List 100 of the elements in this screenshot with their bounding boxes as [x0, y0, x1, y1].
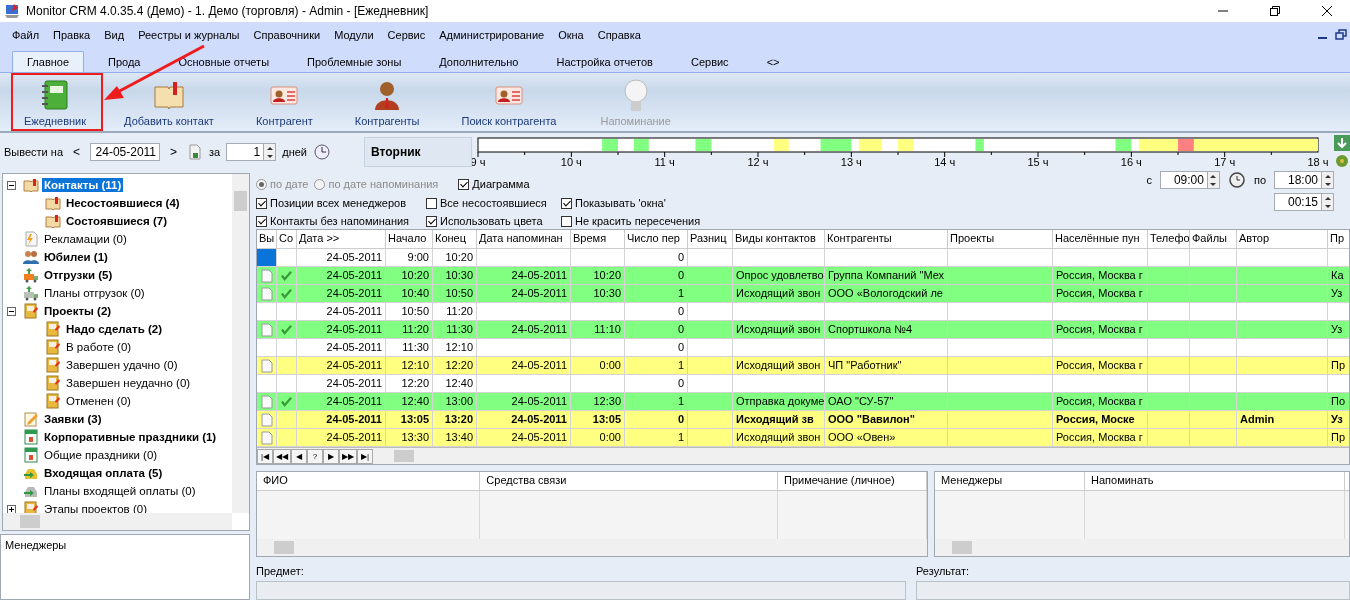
date-field[interactable]: 24-05-2011: [90, 143, 161, 161]
next-day-button[interactable]: >: [166, 145, 182, 159]
days-spinner[interactable]: 1: [226, 143, 277, 161]
column-header[interactable]: Разниц: [688, 230, 733, 248]
step-spinner[interactable]: 00:15: [1274, 193, 1334, 211]
restore-icon[interactable]: [1335, 28, 1347, 41]
tree-item[interactable]: Завершен удачно (0): [64, 358, 180, 372]
column-header[interactable]: Напоминать: [1085, 472, 1345, 490]
tree-item[interactable]: Контакты (11): [42, 178, 124, 192]
scrollbar[interactable]: [935, 539, 1349, 556]
tree-item[interactable]: Отгрузки (5): [42, 268, 115, 282]
column-header[interactable]: ФИО: [257, 472, 481, 490]
tree-item[interactable]: Надо сделать (2): [64, 322, 164, 336]
menu-item[interactable]: Окна: [558, 28, 584, 41]
column-header[interactable]: Число пер: [625, 230, 688, 248]
column-header[interactable]: Дата >>: [297, 230, 386, 248]
expander-icon[interactable]: [7, 180, 16, 190]
lock-file-icon[interactable]: [187, 144, 204, 160]
table-row[interactable]: 24-05-2011 13:05 13:20 24-05-2011 13:05 0 Исходящий зв ООО "Вавилон" Россия, Моске Admin Уз: [257, 411, 1349, 429]
clock-icon[interactable]: [1227, 171, 1246, 189]
tree-item[interactable]: Проекты (2): [42, 304, 114, 318]
table-row[interactable]: 24-05-2011 11:30 12:10 0: [257, 339, 1349, 357]
ribbon-tab[interactable]: Настройка отчетов: [542, 52, 667, 72]
column-header[interactable]: Населённые пун: [1053, 230, 1148, 248]
checkbox-option[interactable]: Контакты без напоминания: [256, 213, 426, 229]
navigator-button[interactable]: ▶: [323, 448, 339, 464]
column-header[interactable]: Со: [277, 230, 297, 248]
checkbox-option[interactable]: Не красить пересечения: [561, 213, 721, 229]
tree-item[interactable]: Отменен (0): [64, 394, 133, 408]
ribbon-button[interactable]: Ежедневник: [10, 77, 101, 131]
row-indicator[interactable]: [257, 285, 277, 303]
table-row[interactable]: 24-05-2011 12:20 12:40 0: [257, 375, 1349, 393]
tree-item[interactable]: Несостоявшиеся (4): [64, 196, 182, 210]
checkbox-option[interactable]: Показывать 'окна': [561, 195, 721, 211]
checkbox-option[interactable]: Позиции всех менеджеров: [256, 195, 426, 211]
ribbon-button[interactable]: Добавить контакт: [112, 77, 226, 131]
tree-item[interactable]: Общие праздники (0): [42, 448, 160, 462]
column-header[interactable]: Время: [571, 230, 625, 248]
row-indicator[interactable]: [257, 321, 277, 339]
table-row[interactable]: 24-05-2011 10:40 10:50 24-05-2011 10:30 1 Исходящий звон ООО «Вологодский ле Россия, Москва г Уз: [257, 285, 1349, 303]
row-indicator[interactable]: [257, 267, 277, 285]
navigator-button[interactable]: ◀◀: [273, 448, 291, 464]
download-icon[interactable]: [1334, 135, 1350, 151]
navigator-button[interactable]: ?: [307, 448, 323, 464]
column-header[interactable]: Телефо: [1148, 230, 1190, 248]
ribbon-tab[interactable]: Дополнительно: [425, 52, 533, 72]
scrollbar[interactable]: [3, 513, 232, 530]
menu-item[interactable]: Администрирование: [439, 28, 545, 41]
row-indicator[interactable]: [257, 357, 277, 375]
ribbon-button[interactable]: Поиск контрагента: [449, 77, 569, 131]
checkbox-option[interactable]: Использовать цвета: [426, 213, 561, 229]
column-header[interactable]: Проекты: [948, 230, 1053, 248]
expander-icon[interactable]: [7, 306, 16, 316]
table-row[interactable]: 24-05-2011 12:40 13:00 24-05-2011 12:30 1 Отправка докуме ОАО "СУ-57" Россия, Москва г По: [257, 393, 1349, 411]
navigator-button[interactable]: ▶▶: [339, 448, 357, 464]
previous-day-button[interactable]: <: [69, 145, 85, 159]
tree-item[interactable]: Корпоративные праздники (1): [42, 430, 219, 444]
row-indicator[interactable]: [257, 249, 277, 267]
ribbon-button[interactable]: Контрагенты: [342, 77, 432, 131]
row-indicator[interactable]: [257, 393, 277, 411]
menu-item[interactable]: Вид: [104, 28, 125, 41]
tree-item[interactable]: Входящая оплата (5): [42, 466, 165, 480]
menu-item[interactable]: Справка: [597, 28, 641, 41]
gear-icon[interactable]: [1334, 153, 1350, 169]
checkbox-option[interactable]: Диаграмма: [458, 176, 530, 192]
checkbox-option[interactable]: Все несостоявшиеся: [426, 195, 561, 211]
tree-item[interactable]: Состоявшиеся (7): [64, 214, 169, 228]
column-header[interactable]: Вы: [257, 230, 277, 248]
table-row[interactable]: 24-05-2011 11:20 11:30 24-05-2011 11:10 0 Исходящий звон Спортшкола №4 Россия, Москва г Уз: [257, 321, 1349, 339]
subject-field[interactable]: [256, 581, 906, 600]
table-row[interactable]: 24-05-2011 12:10 12:20 24-05-2011 0:00 1 Исходящий звон ЧП "Работник" Россия, Москва г Пр: [257, 357, 1349, 375]
result-field[interactable]: [916, 581, 1350, 600]
menu-item[interactable]: Сервис: [387, 28, 426, 41]
navigator-button[interactable]: ▶|: [357, 448, 373, 464]
tree-item[interactable]: Заявки (3): [42, 412, 104, 426]
scrollbar[interactable]: [232, 174, 249, 513]
menu-item[interactable]: Правка: [53, 28, 91, 41]
menu-item[interactable]: Модули: [334, 28, 374, 41]
restore-icon[interactable]: [1269, 5, 1281, 17]
table-row[interactable]: 24-05-2011 10:20 10:30 24-05-2011 10:20 0 Опрос удовлетво Группа Компаний "Мех Россия, Москва г Ка: [257, 267, 1349, 285]
row-indicator[interactable]: [257, 411, 277, 429]
ribbon-tab[interactable]: Прода: [94, 52, 155, 72]
column-header[interactable]: Пр: [1328, 230, 1349, 248]
end-time-spinner[interactable]: 18:00: [1274, 171, 1334, 189]
start-time-spinner[interactable]: 09:00: [1159, 171, 1220, 189]
column-header[interactable]: Виды контактов: [733, 230, 825, 248]
row-indicator[interactable]: [257, 429, 277, 447]
ribbon-tab[interactable]: Главное: [12, 51, 85, 72]
table-row[interactable]: 24-05-2011 10:50 11:20 0: [257, 303, 1349, 321]
ribbon-button[interactable]: Контрагент: [243, 77, 325, 131]
scrollbar[interactable]: [257, 539, 927, 556]
column-header[interactable]: Конец: [433, 230, 477, 248]
ribbon-tab[interactable]: Сервис: [676, 52, 743, 72]
tree-item[interactable]: Рекламации (0): [42, 232, 129, 246]
table-row[interactable]: 24-05-2011 9:00 10:20 0: [257, 249, 1349, 267]
navigator-button[interactable]: |◀: [257, 448, 273, 464]
menu-item[interactable]: Справочники: [253, 28, 321, 41]
column-header[interactable]: Дата напоминан: [477, 230, 571, 248]
close-icon[interactable]: [1321, 5, 1333, 17]
tree-item[interactable]: Планы входящей оплаты (0): [42, 484, 198, 498]
